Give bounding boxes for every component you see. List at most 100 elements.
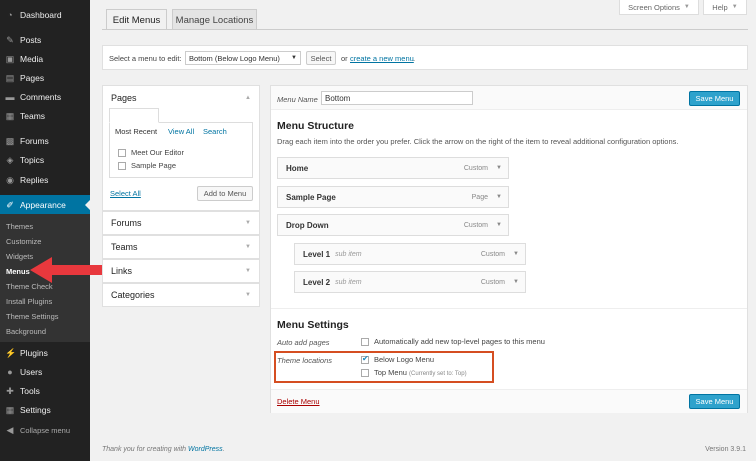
accordion-label: Links: [111, 266, 133, 276]
menu-item-type: Custom: [463, 221, 488, 229]
sidebar-item-media[interactable]: ▣ Media: [0, 49, 90, 69]
auto-add-label: Auto add pages: [277, 338, 330, 347]
sidebar-item-comments[interactable]: ▬ Comments: [0, 87, 90, 107]
menu-item-type: Custom: [480, 250, 505, 258]
submenu-item-background[interactable]: Background: [6, 327, 46, 336]
accordion-categories[interactable]: Categories ▼: [102, 283, 260, 307]
checkbox-checked[interactable]: [361, 354, 369, 365]
tab-view-all[interactable]: View All: [168, 127, 194, 136]
sidebar-item-users[interactable]: ● Users: [0, 362, 90, 382]
active-pointer: [85, 200, 90, 210]
submenu-item-theme-settings[interactable]: Theme Settings: [6, 312, 59, 321]
page-option-sample-page[interactable]: Sample Page: [118, 161, 176, 171]
media-icon: ▣: [5, 54, 15, 64]
sidebar-item-settings[interactable]: ▦ Settings: [0, 400, 90, 420]
save-menu-button-top[interactable]: Save Menu: [689, 91, 740, 106]
accordion-forums[interactable]: Forums ▼: [102, 211, 260, 235]
pages-icon: ▤: [5, 73, 15, 83]
menu-editor-footer: [271, 389, 747, 413]
delete-menu-link[interactable]: Delete Menu: [277, 397, 320, 406]
settings-divider: [271, 308, 747, 309]
sidebar-item-tools[interactable]: ✚ Tools: [0, 381, 90, 401]
menu-name-input[interactable]: Bottom: [321, 91, 473, 105]
chevron-down-icon: ▼: [245, 292, 251, 298]
sidebar-item-replies[interactable]: ◉ Replies: [0, 170, 90, 190]
location-below-logo-menu[interactable]: Below Logo Menu: [361, 354, 434, 365]
menu-item-subtag: sub item: [335, 250, 362, 258]
sidebar-item-appearance[interactable]: ✐ Appearance: [0, 195, 90, 215]
select-all-link[interactable]: Select All: [110, 189, 141, 198]
footer-thanks: Thank you for creating with WordPress.: [102, 446, 225, 453]
tab-edit-menus[interactable]: Edit Menus: [106, 9, 167, 30]
checkbox[interactable]: [361, 369, 369, 378]
page-option-meet-our-editor[interactable]: Meet Our Editor: [118, 148, 184, 158]
tab-search[interactable]: Search: [203, 127, 227, 136]
sidebar-item-forums[interactable]: ▩ Forums: [0, 131, 90, 151]
checkbox[interactable]: [118, 149, 126, 158]
teams-icon: ▦: [5, 111, 15, 121]
screen-options-button[interactable]: Screen Options ▼: [619, 0, 699, 15]
chevron-down-icon[interactable]: ▼: [496, 194, 502, 200]
chevron-down-icon[interactable]: ▼: [513, 279, 519, 285]
menu-name-label: Menu Name: [277, 95, 318, 104]
settings-icon: ▦: [5, 405, 15, 415]
select-button[interactable]: Select: [306, 51, 336, 65]
page-option-label: Meet Our Editor: [131, 148, 184, 157]
sidebar-item-teams[interactable]: ▦ Teams: [0, 106, 90, 126]
collapse-up-icon[interactable]: ▲: [245, 95, 251, 101]
sidebar-item-topics[interactable]: ◈ Topics: [0, 150, 90, 170]
comments-icon: ▬: [5, 92, 15, 102]
auto-add-option[interactable]: Automatically add new top-level pages to…: [361, 337, 545, 347]
add-to-menu-button[interactable]: Add to Menu: [197, 186, 253, 201]
sidebar-item-posts[interactable]: ✎ Posts: [0, 30, 90, 50]
menu-item-home[interactable]: Home Custom ▼: [277, 157, 509, 179]
checkbox[interactable]: [361, 338, 369, 347]
chevron-down-icon: ▼: [245, 268, 251, 274]
caret-down-icon: ▼: [731, 4, 738, 10]
sidebar-item-label: Comments: [20, 92, 62, 102]
period-text: .: [413, 54, 416, 63]
accordion-label: Categories: [111, 290, 155, 300]
footer-thanks-text: Thank you for creating with: [102, 446, 188, 453]
submenu-item-customize[interactable]: Customize: [6, 237, 41, 246]
help-label: Help: [712, 2, 728, 12]
menu-item-drop-down[interactable]: Drop Down Custom ▼: [277, 214, 509, 236]
menu-item-sample-page[interactable]: Sample Page Page ▼: [277, 186, 509, 208]
wordpress-link[interactable]: WordPress: [188, 446, 223, 453]
location-top-menu[interactable]: Top Menu (Currently set to: Top): [361, 368, 467, 378]
auto-add-text: Automatically add new top-level pages to…: [374, 337, 545, 346]
menu-select[interactable]: Bottom (Below Logo Menu) ▼: [185, 51, 301, 65]
accordion-links[interactable]: Links ▼: [102, 259, 260, 283]
submenu-item-menus[interactable]: Menus: [6, 267, 30, 276]
menu-item-level-2[interactable]: Level 2 sub item Custom ▼: [294, 271, 526, 293]
pages-panel: Pages ▲ Most Recent View All Search Meet…: [102, 85, 260, 211]
sidebar-item-plugins[interactable]: ⚡ Plugins: [0, 343, 90, 363]
checkbox[interactable]: [118, 162, 126, 171]
accordion-teams[interactable]: Teams ▼: [102, 235, 260, 259]
forums-icon: ▩: [5, 136, 15, 146]
submenu-item-install-plugins[interactable]: Install Plugins: [6, 297, 52, 306]
sidebar-item-pages[interactable]: ▤ Pages: [0, 68, 90, 88]
menu-item-level-1[interactable]: Level 1 sub item Custom ▼: [294, 243, 526, 265]
admin-sidebar: ◔ Dashboard ✎ Posts ▣ Media ▤ Pages ▬ Comment…: [0, 0, 90, 461]
collapse-menu-button[interactable]: ◀ Collapse menu: [0, 420, 90, 440]
chevron-down-icon: ▼: [245, 244, 251, 250]
menu-structure-hint: Drag each item into the order you prefer…: [277, 137, 679, 146]
menu-item-title: Home: [286, 163, 309, 173]
sidebar-item-dashboard[interactable]: ◔ Dashboard: [0, 5, 90, 25]
tab-most-recent[interactable]: Most Recent: [115, 127, 157, 136]
chevron-down-icon[interactable]: ▼: [496, 222, 502, 228]
caret-down-icon: ▼: [683, 4, 690, 10]
tools-icon: ✚: [6, 386, 14, 396]
sidebar-item-label: Replies: [20, 175, 49, 185]
submenu-item-themes[interactable]: Themes: [6, 222, 33, 231]
chevron-down-icon[interactable]: ▼: [513, 251, 519, 257]
create-new-menu-link[interactable]: create a new menu: [350, 54, 414, 63]
sidebar-item-label: Collapse menu: [20, 425, 71, 435]
save-menu-button-bottom[interactable]: Save Menu: [689, 394, 740, 409]
tab-manage-locations[interactable]: Manage Locations: [172, 9, 257, 30]
menu-item-title: Level 1: [303, 249, 331, 259]
help-button[interactable]: Help ▼: [703, 0, 747, 15]
chevron-down-icon[interactable]: ▼: [496, 165, 502, 171]
chevron-down-icon: ▼: [245, 220, 251, 226]
